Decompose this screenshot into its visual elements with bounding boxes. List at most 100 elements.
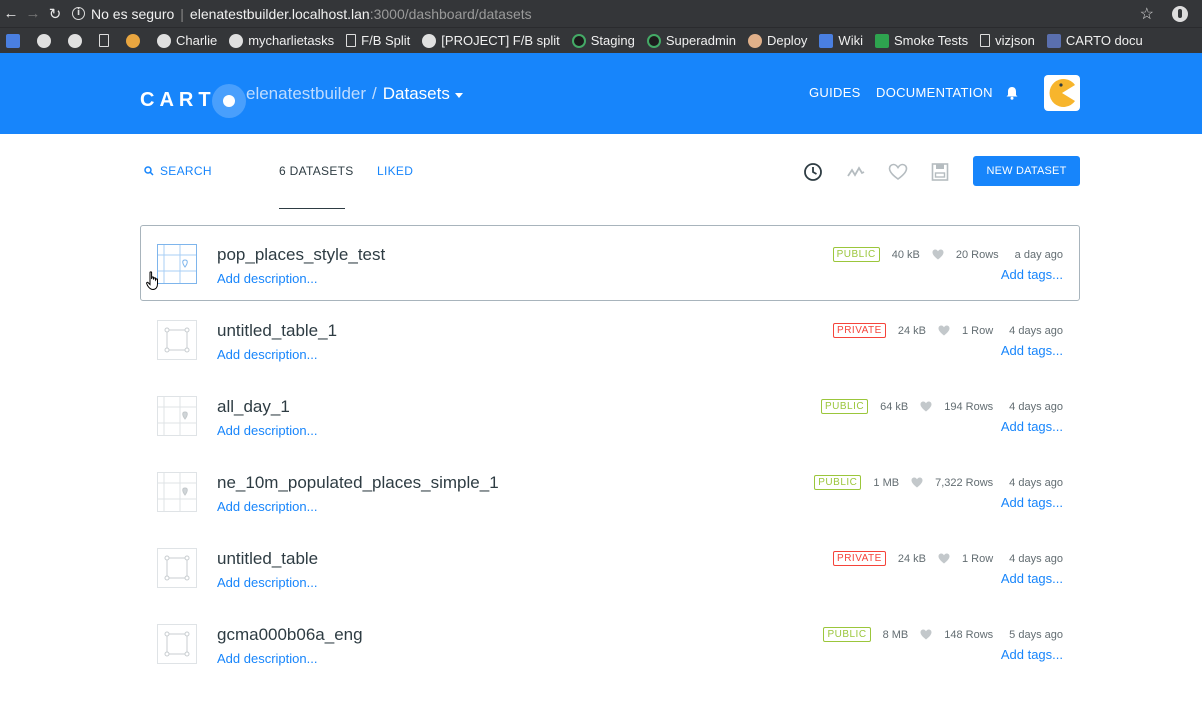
dataset-row[interactable]: ne_10m_populated_places_simple_1 Add des… [140,453,1080,529]
bookmark-mycharlietasks[interactable]: mycharlietasks [229,33,334,48]
bookmark-label: CARTO docu [1065,33,1143,48]
like-heart-icon[interactable] [911,477,923,488]
bookmark-project-fb-split[interactable]: [PROJECT] F/B split [422,33,560,48]
extension-icon[interactable] [1172,6,1188,22]
bookmark-fb-split[interactable]: F/B Split [346,33,410,48]
tab-liked[interactable]: LIKED [377,164,413,178]
caret-down-icon[interactable] [454,92,463,98]
bookmark-calendar[interactable] [6,33,25,48]
breadcrumb-username[interactable]: elenatestbuilder [246,84,366,104]
like-heart-icon[interactable] [920,401,932,412]
add-description-link[interactable]: Add description... [217,423,317,438]
bookmark-github[interactable] [37,33,56,48]
add-description-link[interactable]: Add description... [217,347,317,362]
page-icon [99,34,109,47]
dataset-meta: PUBLIC 8 MB 148 Rows 5 days ago [823,627,1063,642]
privacy-badge[interactable]: PRIVATE [833,551,886,566]
dataset-rows: 1 Row [961,324,994,337]
carto-logo[interactable]: CART [140,83,246,118]
add-tags-link[interactable]: Add tags... [1001,267,1063,282]
add-tags-link[interactable]: Add tags... [1001,647,1063,662]
dataset-rows: 148 Rows [944,628,994,641]
bookmark-deploy[interactable]: Deploy [747,33,807,48]
dataset-name[interactable]: untitled_table [217,549,318,569]
search-button[interactable]: SEARCH [144,164,212,178]
dataset-name[interactable]: pop_places_style_test [217,245,385,265]
reload-icon[interactable]: ↻ [44,5,66,23]
bookmark-charlie[interactable]: Charlie [157,33,217,48]
clock-icon[interactable] [802,161,824,183]
bookmark-label: F/B Split [361,33,411,48]
bookmark-smoke-tests[interactable]: Smoke Tests [874,33,968,48]
dataset-row[interactable]: gcma000b06a_eng Add description... PUBLI… [140,605,1080,681]
page-icon [980,34,991,47]
add-tags-link[interactable]: Add tags... [1001,419,1063,434]
section-dropdown[interactable]: Datasets [383,84,450,104]
dataset-row[interactable]: untitled_table_1 Add description... PRIV… [140,301,1080,377]
dataset-name[interactable]: gcma000b06a_eng [217,625,363,645]
bookmark-superadmin[interactable]: Superadmin [646,33,736,48]
bookmark-label: Superadmin [665,33,736,48]
like-heart-icon[interactable] [938,325,950,336]
dataset-name[interactable]: ne_10m_populated_places_simple_1 [217,473,499,493]
pacman-avatar-icon [1049,79,1075,107]
like-heart-icon[interactable] [938,553,950,564]
bookmark-label: Staging [590,33,635,48]
bookmark-label: Wiki [838,33,863,48]
like-heart-icon[interactable] [932,249,944,260]
forward-arrow-icon[interactable]: → [22,5,44,22]
privacy-badge[interactable]: PUBLIC [823,627,871,642]
dataset-size: 24 kB [897,324,926,337]
privacy-badge[interactable]: PRIVATE [833,323,886,338]
add-tags-link[interactable]: Add tags... [1001,571,1063,586]
url-field[interactable]: i No es seguro | elenatestbuilder.localh… [72,0,532,27]
bookmark-wiki[interactable]: Wiki [819,33,863,48]
bell-icon[interactable] [1005,86,1019,100]
dataset-date: 4 days ago [1009,324,1063,337]
bookmark-star-icon[interactable]: ☆ [1140,4,1154,24]
dataset-name[interactable]: all_day_1 [217,397,290,417]
back-arrow-icon[interactable]: ← [0,5,22,22]
add-tags-link[interactable]: Add tags... [1001,495,1063,510]
bookmark-page[interactable] [99,34,114,47]
dataset-row[interactable]: untitled_table Add description... PRIVAT… [140,529,1080,605]
avatar[interactable] [1044,75,1080,111]
map-thumbnail-icon [157,396,197,436]
save-icon[interactable] [929,161,951,183]
dataset-rows: 1 Row [961,552,994,565]
dataset-row[interactable]: pop_places_style_test Add description...… [140,225,1080,301]
add-description-link[interactable]: Add description... [217,499,317,514]
calendar-icon [6,33,20,48]
like-heart-icon[interactable] [920,629,932,640]
active-tab-underline [279,208,345,209]
info-icon[interactable]: i [72,7,85,20]
page-icon [346,34,357,47]
bookmark-vizjson[interactable]: vizjson [980,33,1035,48]
face-icon [747,33,762,48]
tab-datasets[interactable]: 6 DATASETS [279,164,354,178]
dataset-row[interactable]: all_day_1 Add description... PUBLIC 64 k… [140,377,1080,453]
dataset-name[interactable]: untitled_table_1 [217,321,337,341]
browser-address-bar: ← → ↻ i No es seguro | elenatestbuilder.… [0,0,1202,27]
filters-bar: SEARCH 6 DATASETS LIKED NEW DATASET [0,134,1202,210]
add-tags-link[interactable]: Add tags... [1001,343,1063,358]
activity-icon[interactable] [845,161,867,183]
app-header: CART elenatestbuilder / Datasets GUIDES … [0,53,1202,134]
add-description-link[interactable]: Add description... [217,575,317,590]
documentation-link[interactable]: DOCUMENTATION [876,85,993,100]
bookmark-gear[interactable] [68,33,87,48]
heart-icon[interactable] [887,161,909,183]
guides-link[interactable]: GUIDES [809,85,861,100]
privacy-badge[interactable]: PUBLIC [832,247,880,262]
bookmark-brush[interactable] [126,33,145,48]
privacy-badge[interactable]: PUBLIC [814,475,862,490]
bookmark-carto-docu[interactable]: CARTO docu [1046,33,1143,48]
add-description-link[interactable]: Add description... [217,271,317,286]
privacy-badge[interactable]: PUBLIC [820,399,869,414]
new-dataset-button[interactable]: NEW DATASET [973,156,1080,186]
github-icon [37,33,51,48]
sheets-icon [874,33,889,48]
empty-table-thumbnail-icon [157,548,197,588]
add-description-link[interactable]: Add description... [217,651,317,666]
bookmark-staging[interactable]: Staging [571,33,635,48]
